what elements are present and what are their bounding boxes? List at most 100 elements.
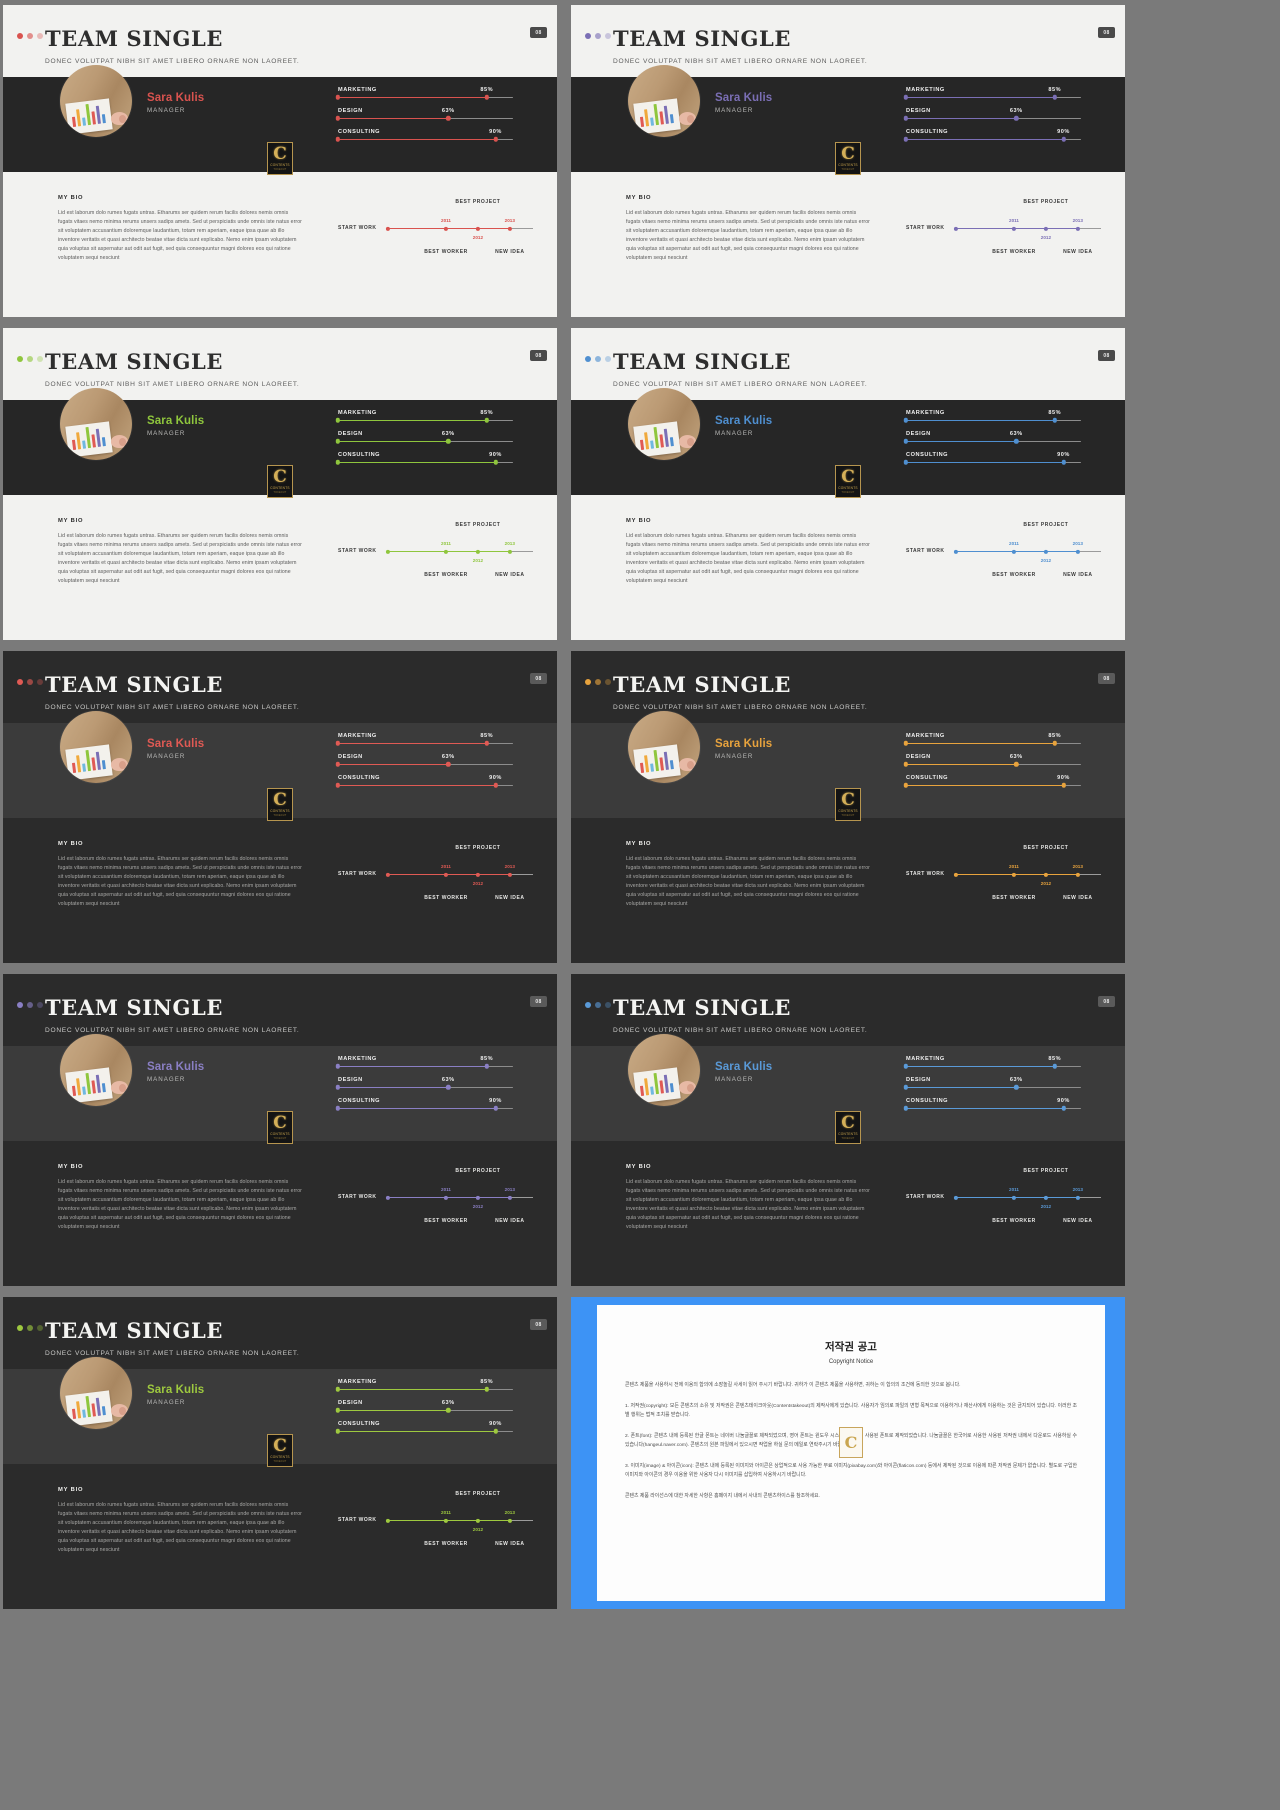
slide-thumbnail-7[interactable]: TEAM SINGLE DONEC VOLUTPAT NIBH SIT AMET… [3,974,557,1286]
skill-label: MARKETING [338,1379,377,1385]
timeline: START WORK 2011 2013 2012 BEST PROJECT BEST W… [906,520,1101,590]
skill-fill [338,419,487,422]
skill-end-dot [484,418,489,423]
skill-bars: MARKETING 85% DESIGN 63% CONSULTING 90% [903,1056,1081,1119]
skill-row: DESIGN 63% [335,1077,513,1090]
page-number-badge[interactable]: 08 [1098,673,1115,684]
timeline-progress [388,1197,513,1199]
contents-logo: C CONTENTS TOKEOUT [267,1111,293,1144]
timeline-year-2012: 2012 [1040,235,1052,240]
page-number-badge[interactable]: 08 [1098,350,1115,361]
skill-fill [338,440,449,443]
slide-title: TEAM SINGLE [45,995,223,1020]
timeline: START WORK 2011 2013 2012 BEST PROJECT BEST W… [338,843,533,913]
skill-track [335,1085,513,1090]
timeline-year-2013: 2013 [504,541,515,546]
slide-thumbnail-1[interactable]: TEAM SINGLE DONEC VOLUTPAT NIBH SIT AMET… [3,5,557,317]
skill-start-dot [335,460,341,465]
timeline-caption: NEW IDEA [1063,249,1093,255]
skill-fill [906,138,1064,141]
contents-logo: C CONTENTS TOKEOUT [835,788,861,821]
avatar [60,388,132,460]
timeline-caption: BEST WORKER [992,249,1036,255]
skill-track [903,762,1081,767]
bio-block: MY BIO Lid est laborum dolo rumes fugats… [58,195,303,263]
bio-text: Lid est laborum dolo rumes fugats untras… [58,1502,302,1553]
copyright-slide[interactable]: 저작권 공고 Copyright Notice 콘텐츠 제품을 사용하시 전에 이용… [571,1297,1125,1609]
skill-track [335,137,513,142]
hand [111,1081,128,1094]
skill-start-dot [903,95,909,100]
timeline-node-2013 [1075,549,1080,554]
header-dots-icon [17,679,43,685]
avatar [628,65,700,137]
slide-thumbnail-5[interactable]: TEAM SINGLE DONEC VOLUTPAT NIBH SIT AMET… [3,651,557,963]
timeline-year-2011: 2011 [441,1187,451,1192]
slide-title: TEAM SINGLE [613,672,791,697]
skill-track [335,116,513,121]
skill-end-dot [1014,762,1019,767]
timeline-line [385,226,533,231]
timeline-node-2013 [507,549,512,554]
slide-thumbnail-8[interactable]: TEAM SINGLE DONEC VOLUTPAT NIBH SIT AMET… [571,974,1125,1286]
slide-thumbnail-6[interactable]: TEAM SINGLE DONEC VOLUTPAT NIBH SIT AMET… [571,651,1125,963]
logo-line1: CONTENTS [838,1132,858,1137]
skill-end-dot [1014,1085,1019,1090]
skill-end-dot [1061,783,1066,788]
skill-row: MARKETING 85% [903,87,1081,100]
logo-line2: TOKEOUT [273,490,287,494]
skill-start-dot [335,1387,341,1392]
slide-thumbnail-3[interactable]: TEAM SINGLE DONEC VOLUTPAT NIBH SIT AMET… [3,328,557,640]
page-number-badge[interactable]: 08 [530,350,547,361]
skill-start-dot [335,1429,341,1434]
page-number-badge[interactable]: 08 [1098,996,1115,1007]
person-block: Sara Kulis MANAGER [147,1061,204,1083]
slide-thumbnail-9[interactable]: TEAM SINGLE DONEC VOLUTPAT NIBH SIT AMET… [3,1297,557,1609]
page-number-badge[interactable]: 08 [530,673,547,684]
skill-value: 90% [489,129,502,136]
person-block: Sara Kulis MANAGER [147,92,204,114]
skill-end-dot [1061,1106,1066,1111]
skill-end-dot [1014,116,1019,121]
skill-label: DESIGN [338,1400,363,1407]
timeline-remainder [509,228,533,230]
timeline-node-2012 [475,1518,480,1523]
page-number-badge[interactable]: 08 [530,1319,547,1330]
timeline-caption: BEST WORKER [424,1218,468,1224]
slide-subtitle: DONEC VOLUTPAT NIBH SIT AMET LIBERO ORNA… [613,381,868,388]
timeline-progress [388,551,513,553]
timeline-node-start [385,226,391,231]
skill-end-dot [484,1387,489,1392]
timeline-remainder [509,1520,533,1522]
skill-track [903,95,1081,100]
bio-text: Lid est laborum dolo rumes fugats untras… [626,856,870,907]
slide-thumbnail-2[interactable]: TEAM SINGLE DONEC VOLUTPAT NIBH SIT AMET… [571,5,1125,317]
hand [679,758,696,771]
slide-title: TEAM SINGLE [45,26,223,51]
timeline-node-start [385,872,391,877]
page-number-badge[interactable]: 08 [530,996,547,1007]
person-role: MANAGER [715,753,754,760]
slide-subtitle: DONEC VOLUTPAT NIBH SIT AMET LIBERO ORNA… [45,381,300,388]
skill-label: MARKETING [906,87,945,93]
skill-track [903,460,1081,465]
copyright-footer: 콘텐츠 제품 라이선스에 대한 자세한 사항은 홈페이지 내에서 사내의 콘텐츠… [625,1493,820,1499]
page-number-badge[interactable]: 08 [1098,27,1115,38]
logo-letter: C [841,467,855,488]
timeline-year-2011: 2011 [441,541,451,546]
skill-bars: MARKETING 85% DESIGN 63% CONSULTING 90% [335,1379,513,1442]
page-number-badge[interactable]: 08 [530,27,547,38]
skill-row: CONSULTING 90% [903,452,1081,465]
skill-track [335,1064,513,1069]
person-role: MANAGER [147,1399,186,1406]
timeline-year-2011: 2011 [1009,1187,1019,1192]
skill-end-dot [446,1408,451,1413]
timeline-caption: BEST WORKER [424,895,468,901]
skill-label: MARKETING [338,1056,377,1062]
skill-value: 63% [441,1077,455,1084]
slide-thumbnail-4[interactable]: TEAM SINGLE DONEC VOLUTPAT NIBH SIT AMET… [571,328,1125,640]
timeline-caption: NEW IDEA [1063,895,1093,901]
logo-letter: C [273,144,287,165]
skill-fill [338,742,487,745]
skill-label: DESIGN [906,431,931,438]
